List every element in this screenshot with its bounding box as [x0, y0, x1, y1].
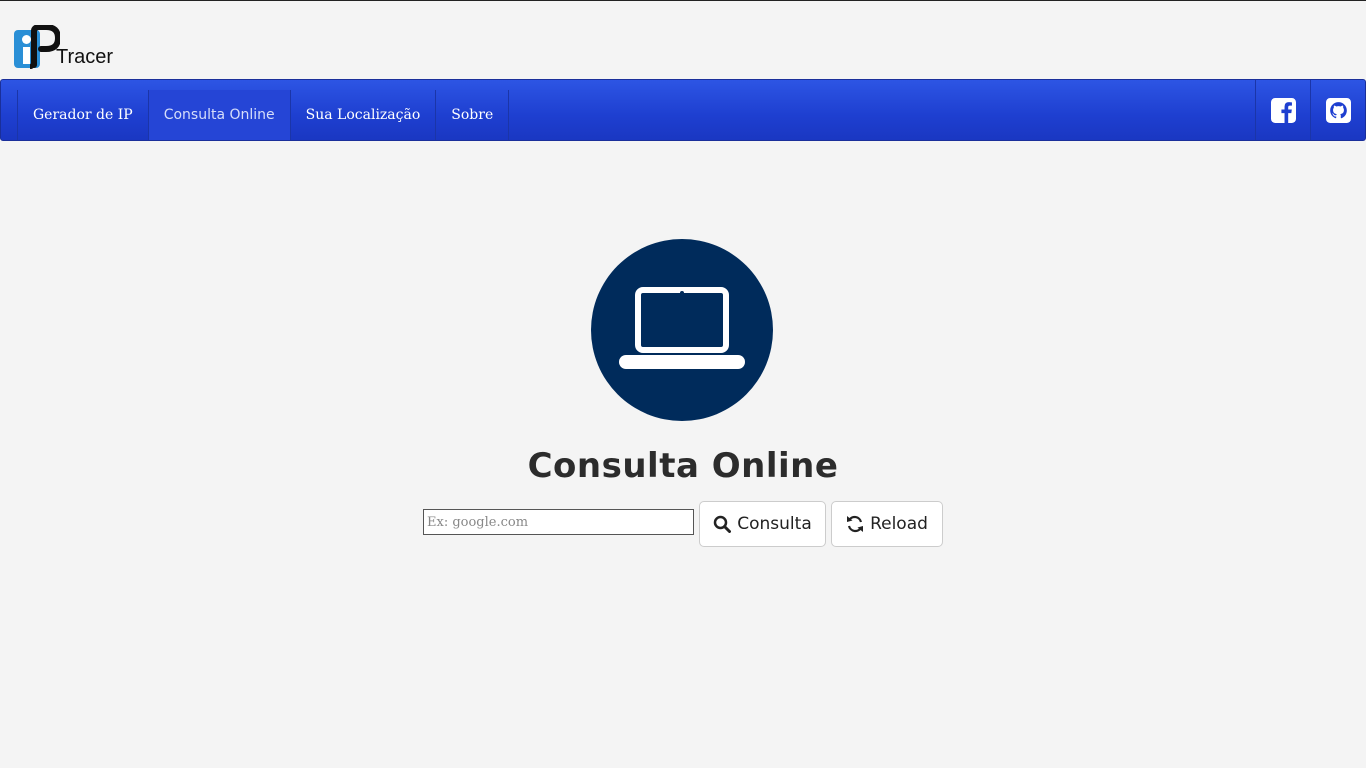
logo[interactable]: Tracer: [14, 25, 124, 71]
facebook-link[interactable]: [1255, 80, 1310, 140]
nav-item-sua-localizacao[interactable]: Sua Localização: [291, 90, 437, 140]
consulta-button[interactable]: Consulta: [699, 501, 826, 547]
hero-circle: [591, 239, 773, 421]
logo-text: Tracer: [56, 46, 114, 68]
search-icon: [714, 515, 732, 533]
nav-item-sobre[interactable]: Sobre: [436, 90, 510, 140]
refresh-icon: [847, 515, 864, 533]
social-links: [1255, 80, 1365, 140]
nav-item-consulta-online[interactable]: Consulta Online: [148, 90, 291, 140]
search-input[interactable]: [423, 509, 694, 535]
navbar: Gerador de IP Consulta Online Sua Locali…: [0, 79, 1366, 141]
nav-item-gerador-de-ip[interactable]: Gerador de IP: [18, 90, 149, 140]
top-border-line: [0, 0, 1366, 1]
page-title: Consulta Online: [527, 446, 839, 486]
laptop-icon: [619, 287, 745, 369]
github-link[interactable]: [1310, 80, 1365, 140]
reload-button[interactable]: Reload: [831, 501, 943, 547]
github-icon: [1325, 97, 1351, 123]
nav-menu: Gerador de IP Consulta Online Sua Locali…: [17, 90, 510, 140]
facebook-icon: [1270, 97, 1296, 123]
reload-button-label: Reload: [870, 514, 928, 534]
consulta-button-label: Consulta: [737, 514, 812, 534]
